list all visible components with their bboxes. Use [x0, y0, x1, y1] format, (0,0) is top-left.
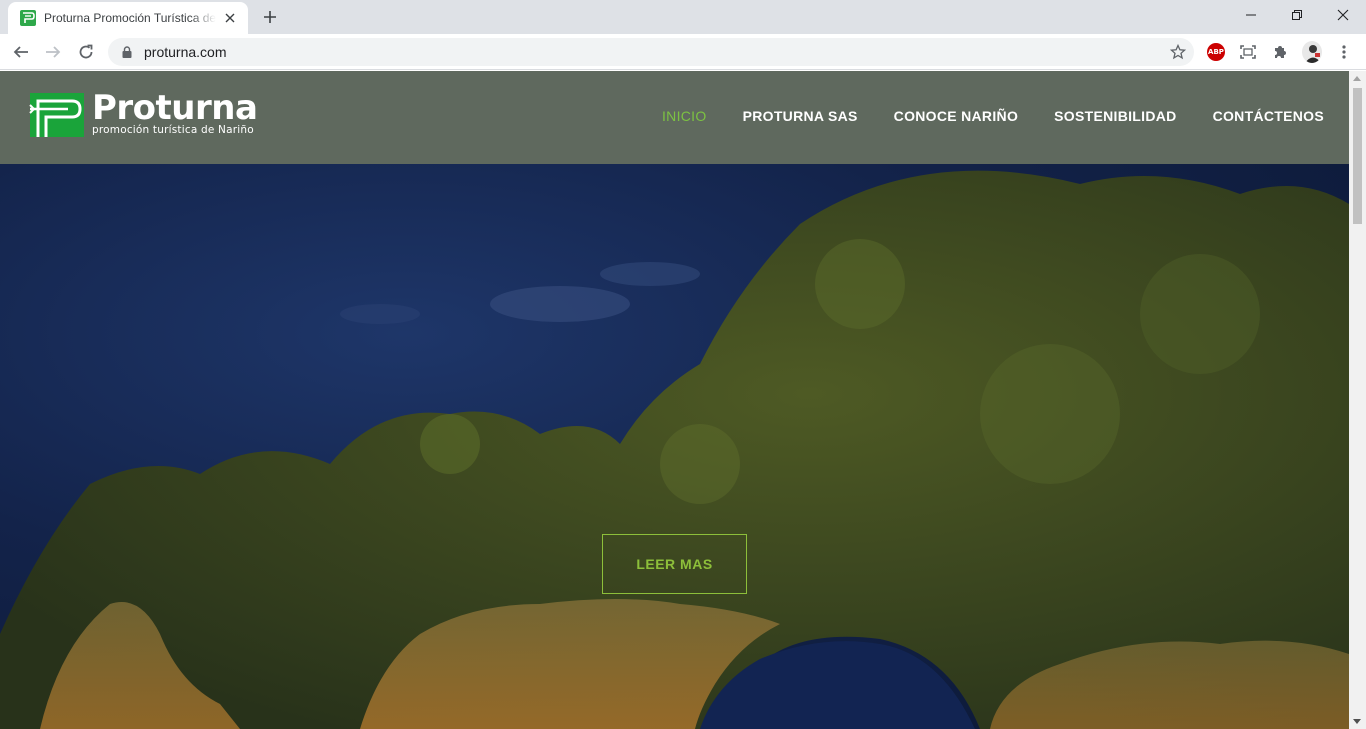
nav-inicio[interactable]: INICIO: [662, 108, 707, 124]
leer-mas-button[interactable]: LEER MAS: [602, 534, 747, 594]
main-navigation: INICIO PROTURNA SAS CONOCE NARIÑO SOSTEN…: [626, 108, 1324, 124]
url-text[interactable]: proturna.com: [144, 44, 226, 60]
adblock-plus-icon[interactable]: ABP: [1206, 42, 1226, 62]
proturna-favicon-icon: [20, 10, 36, 26]
close-tab-icon[interactable]: [222, 10, 238, 26]
scroll-down-icon[interactable]: [1353, 719, 1361, 724]
adblock-label: ABP: [1207, 43, 1225, 61]
hero-rock-arch-image: [0, 170, 1349, 729]
extensions-puzzle-icon[interactable]: [1270, 42, 1290, 62]
browser-tab[interactable]: Proturna Promoción Turística de Nariño: [8, 2, 248, 34]
restore-icon[interactable]: [1274, 0, 1320, 30]
lock-icon[interactable]: [120, 45, 134, 59]
nav-proturna-sas[interactable]: PROTURNA SAS: [743, 108, 858, 124]
logo-name: Proturna: [92, 88, 258, 128]
chrome-menu-icon[interactable]: [1334, 42, 1354, 62]
back-icon[interactable]: [7, 38, 35, 66]
bookmark-star-icon[interactable]: [1170, 44, 1186, 60]
new-tab-icon[interactable]: [258, 6, 282, 28]
logo-tagline: promoción turística de Nariño: [92, 124, 254, 136]
tab-title: Proturna Promoción Turística de Nariño: [44, 11, 216, 25]
page-viewport: Proturna promoción turística de Nariño I…: [0, 71, 1366, 729]
address-bar[interactable]: proturna.com: [108, 38, 1194, 66]
site-header: Proturna promoción turística de Nariño I…: [0, 71, 1349, 164]
minimize-icon[interactable]: [1228, 0, 1274, 30]
nav-contactenos[interactable]: CONTÁCTENOS: [1213, 108, 1324, 124]
scroll-thumb[interactable]: [1353, 88, 1362, 224]
forward-icon[interactable]: [39, 38, 67, 66]
profile-avatar[interactable]: [1302, 41, 1322, 63]
proturna-logo[interactable]: Proturna promoción turística de Nariño: [28, 88, 258, 141]
nav-conoce-narino[interactable]: CONOCE NARIÑO: [894, 108, 1018, 124]
reload-icon[interactable]: [72, 38, 100, 66]
page-scrollbar[interactable]: [1349, 71, 1366, 729]
nav-sostenibilidad[interactable]: SOSTENIBILIDAD: [1054, 108, 1176, 124]
proturna-logo-icon: [29, 93, 84, 137]
browser-titlebar: Proturna Promoción Turística de Nariño: [0, 0, 1366, 34]
hero-banner: LEER MAS: [0, 164, 1349, 729]
browser-toolbar: proturna.com ABP: [0, 34, 1366, 70]
screen-capture-icon[interactable]: [1238, 42, 1258, 62]
close-window-icon[interactable]: [1320, 0, 1366, 30]
scroll-up-icon[interactable]: [1353, 76, 1361, 81]
